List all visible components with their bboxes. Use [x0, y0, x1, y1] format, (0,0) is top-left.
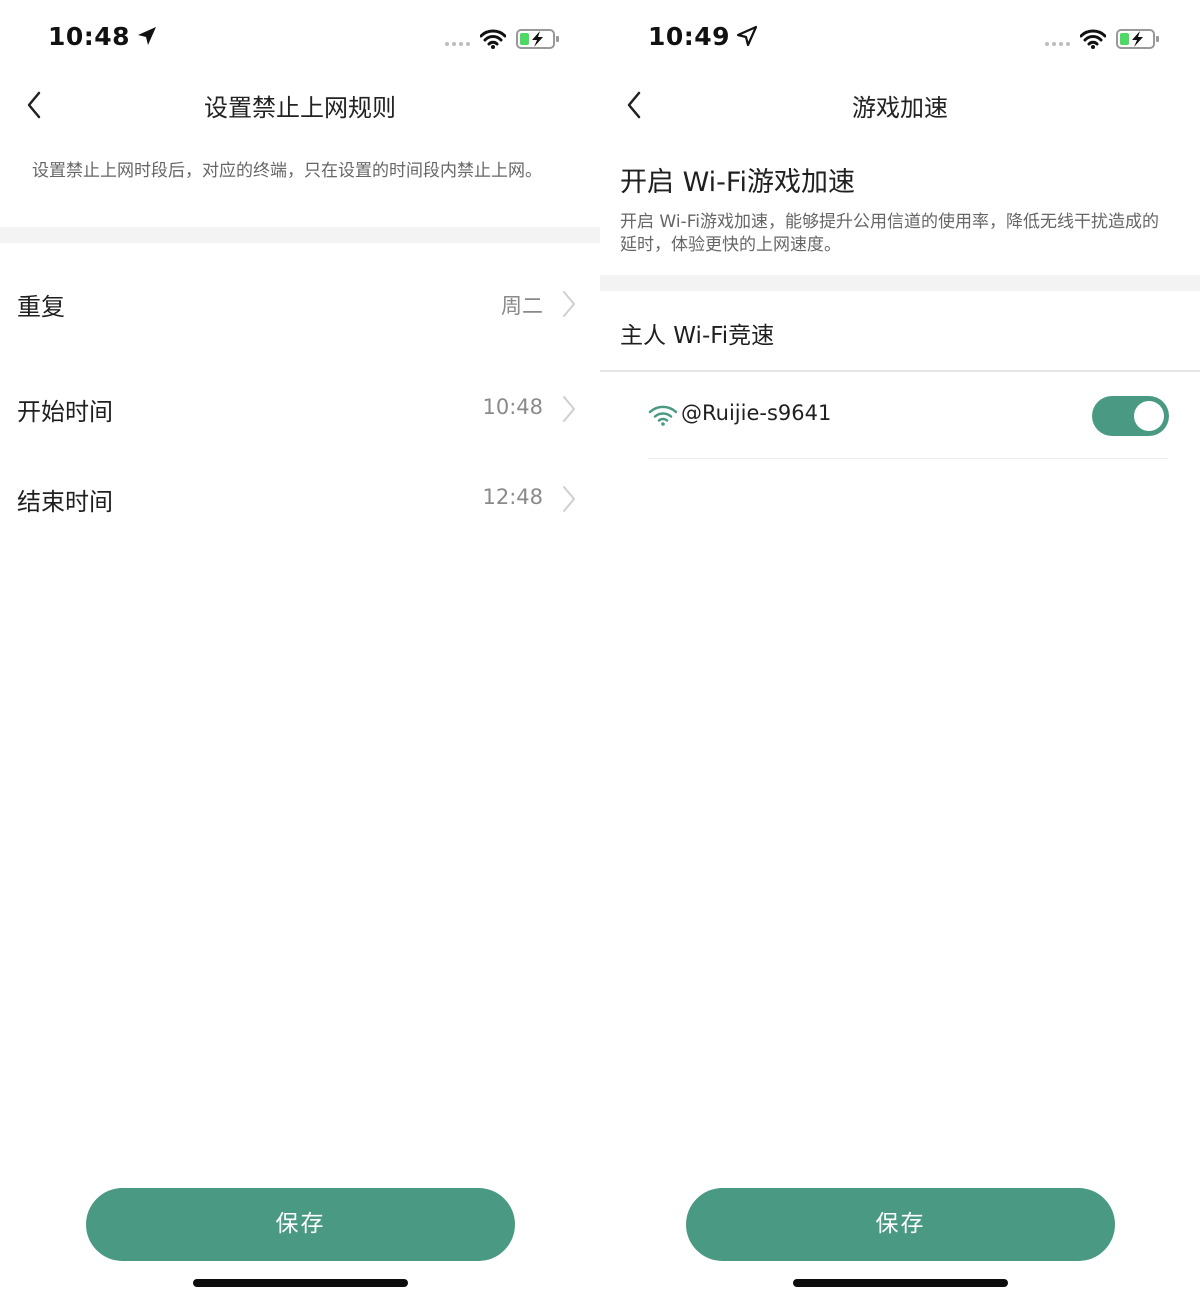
- chevron-right-icon: [563, 486, 575, 512]
- cellular-signal-icon: [1045, 42, 1070, 46]
- page-title: 游戏加速: [852, 94, 948, 122]
- cellular-signal-icon: [445, 42, 470, 46]
- status-bar-indicators: [1045, 26, 1160, 52]
- section-divider: [600, 275, 1200, 291]
- home-indicator[interactable]: [793, 1279, 1008, 1287]
- wifi-signal-icon: [648, 405, 678, 426]
- rule-description: 设置禁止上网时段后，对应的终端，只在设置的时间段内禁止上网。: [32, 161, 542, 181]
- end-time-value: 12:48: [482, 485, 543, 509]
- status-bar-indicators: [445, 26, 560, 52]
- wifi-accelerate-toggle[interactable]: [1092, 396, 1169, 436]
- divider: [600, 370, 1200, 372]
- wifi-name: @Ruijie-s9641: [681, 401, 832, 425]
- status-bar-time: 10:48: [48, 22, 158, 51]
- location-arrow-icon: [138, 27, 157, 45]
- repeat-label: 重复: [17, 293, 65, 321]
- start-time-row[interactable]: 开始时间 10:48: [0, 380, 600, 440]
- end-time-row[interactable]: 结束时间 12:48: [0, 470, 600, 530]
- wifi-list-item: @Ruijie-s9641: [648, 395, 1168, 439]
- section-divider: [0, 227, 600, 243]
- divider: [648, 458, 1168, 459]
- home-indicator[interactable]: [193, 1279, 408, 1287]
- save-button[interactable]: 保存: [86, 1188, 515, 1261]
- section-title: 开启 Wi-Fi游戏加速: [620, 167, 855, 198]
- left-screen: 10:48 设置禁止上网规则 设置禁止上网时段后，对应的终端，只在设置的时间段内…: [0, 0, 600, 1300]
- repeat-value: 周二: [501, 294, 543, 318]
- battery-charging-icon: [516, 29, 559, 49]
- end-time-label: 结束时间: [17, 488, 113, 516]
- right-screen: 10:49 游戏加速 开启 Wi-Fi游戏加速 开启 Wi-Fi游戏加速，能够提…: [600, 0, 1200, 1300]
- save-button[interactable]: 保存: [686, 1188, 1115, 1261]
- location-arrow-icon: [736, 25, 758, 47]
- chevron-right-icon: [563, 291, 575, 317]
- start-time-value: 10:48: [482, 395, 543, 419]
- chevron-right-icon: [563, 396, 575, 422]
- wifi-icon: [480, 29, 506, 49]
- status-bar-time: 10:49: [648, 22, 758, 51]
- start-time-label: 开始时间: [17, 398, 113, 426]
- section-description: 开启 Wi-Fi游戏加速，能够提升公用信道的使用率，降低无线干扰造成的延时，体验…: [620, 212, 1159, 255]
- subsection-title: 主人 Wi-Fi竞速: [620, 323, 775, 349]
- wifi-icon: [1080, 29, 1106, 49]
- battery-charging-icon: [1116, 29, 1159, 49]
- page-title: 设置禁止上网规则: [204, 94, 396, 122]
- repeat-row[interactable]: 重复 周二: [0, 275, 600, 335]
- toggle-knob: [1134, 401, 1164, 431]
